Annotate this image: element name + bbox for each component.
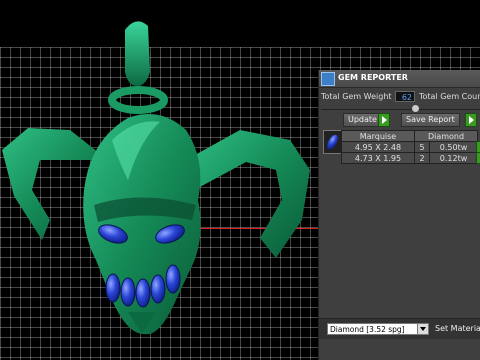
material-bar: Diamond [3.52 spg] Set Material [319, 318, 480, 339]
panel-title: GEM REPORTER [338, 73, 408, 82]
chevron-down-icon[interactable] [417, 324, 428, 334]
update-button[interactable]: Update [343, 113, 382, 127]
total-weight-value: 62 [395, 91, 415, 102]
gem-size: 4.95 X 2.48 [341, 141, 415, 153]
gem-weight: 0.50tw [429, 141, 478, 153]
set-material-button[interactable]: Set Material [435, 323, 480, 335]
gem-count: 2 [414, 152, 430, 164]
gem-size: 4.73 X 1.95 [341, 152, 415, 164]
panel-titlebar[interactable]: GEM REPORTER [319, 70, 480, 88]
gem-count: 5 [414, 141, 430, 153]
slider-handle[interactable] [412, 105, 419, 112]
gem-shape-header: Marquise [341, 130, 415, 142]
gem-type-header: Diamond [414, 130, 478, 142]
save-report-play-icon[interactable] [465, 113, 477, 127]
material-select[interactable]: Diamond [3.52 spg] [327, 323, 429, 335]
gem-weight: 0.12tw [429, 152, 478, 164]
update-play-icon[interactable] [378, 113, 390, 127]
total-count-label: Total Gem Count [419, 92, 480, 101]
material-select-value: Diamond [3.52 spg] [330, 325, 405, 334]
gem-table: Marquise Diamond 4.95 X 2.48 5 0.50tw 4.… [341, 130, 478, 164]
table-row[interactable]: 4.73 X 1.95 2 0.12tw [341, 152, 478, 164]
save-report-button[interactable]: Save Report [401, 113, 460, 127]
table-row[interactable]: 4.95 X 2.48 5 0.50tw [341, 141, 478, 153]
total-weight-label: Total Gem Weight [321, 92, 392, 101]
row-action-button[interactable] [476, 152, 480, 164]
gem-reporter-icon [321, 72, 335, 86]
divider [321, 109, 480, 110]
gem-reporter-panel: GEM REPORTER Total Gem Weight 62 Total G… [318, 70, 480, 360]
marquise-gem-icon [323, 130, 342, 154]
